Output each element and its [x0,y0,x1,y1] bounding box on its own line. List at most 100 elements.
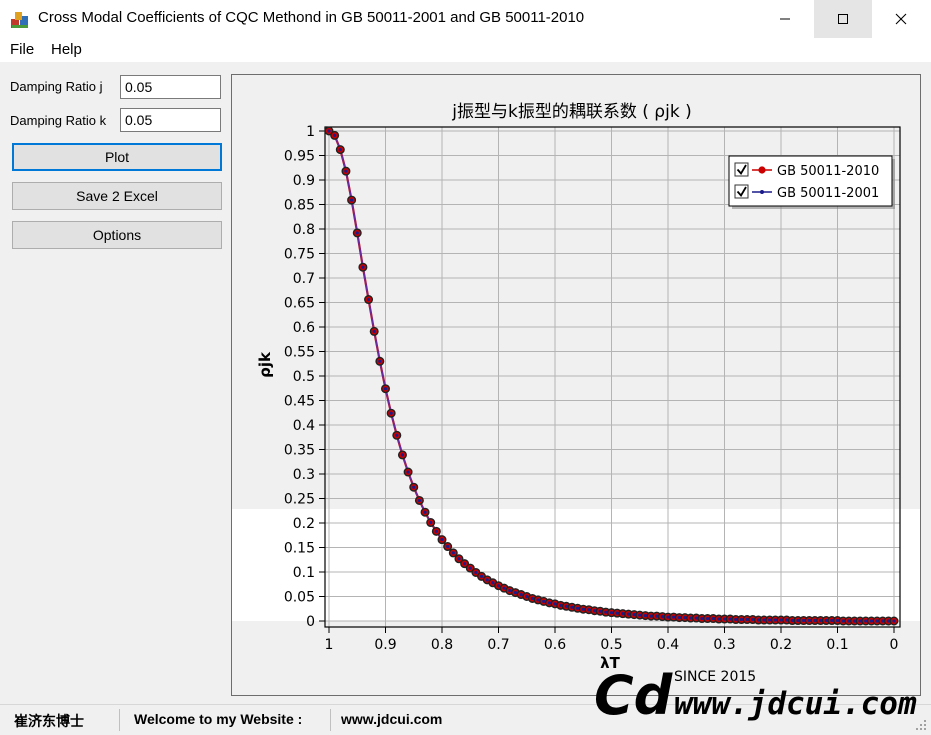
save-excel-button[interactable]: Save 2 Excel [12,182,222,210]
point-2001 [638,613,642,617]
point-2001 [689,616,693,620]
point-2001 [338,148,342,152]
legend-marker-2010 [758,166,766,174]
y-tick-label: 0.35 [284,443,315,459]
point-2001 [852,619,857,623]
point-2001 [632,613,636,617]
point-2001 [660,614,664,619]
point-2001 [835,618,840,623]
y-tick-label: 0.05 [284,590,315,606]
damping-k-input[interactable]: 0.05 [120,108,221,132]
maximize-icon [838,14,848,24]
point-2001 [547,601,551,605]
y-tick-label: 0.45 [284,394,315,410]
y-tick-label: 0.8 [293,222,315,238]
logo-url: www.jdcui.com [674,686,917,722]
point-2001 [463,562,467,566]
x-tick-label: 0 [890,637,899,653]
y-tick-label: 0.15 [284,541,315,557]
menu-help[interactable]: Help [51,41,82,58]
point-2001 [818,618,823,623]
y-tick-label: 0.2 [293,516,315,532]
point-2001 [496,584,501,588]
y-tick-label: 0.3 [293,467,315,483]
options-button[interactable]: Options [12,221,222,249]
point-2001 [406,470,410,474]
point-2001 [429,520,433,525]
point-2001 [615,611,619,615]
point-2001 [745,617,749,622]
point-2001 [457,557,461,561]
x-tick-label: 0.5 [600,637,622,653]
point-2001 [417,498,421,503]
menu-file[interactable]: File [10,41,34,58]
x-tick-label: 0.3 [713,637,735,653]
point-2001 [841,619,845,623]
point-2001 [705,616,710,621]
close-button[interactable] [872,0,930,38]
point-2001 [700,616,704,621]
point-2001 [717,617,721,621]
point-2001 [519,592,523,597]
x-tick-label: 0.1 [826,637,848,653]
point-2001 [451,551,455,555]
point-2001 [802,618,806,623]
y-tick-label: 0.6 [293,320,315,336]
point-2001 [446,544,450,549]
chart: j振型与k振型的耦联系数 ( ρjk ) ρjk λT 00.050.10.15… [232,75,920,695]
point-2001 [813,618,817,623]
point-2001 [536,598,540,602]
point-2001 [491,581,495,585]
y-tick-label: 1 [306,124,315,140]
point-2001 [542,599,546,604]
point-2001 [553,602,557,606]
point-2001 [751,617,755,622]
y-tick-label: 0.7 [293,271,315,287]
point-2001 [626,612,631,616]
point-2001 [790,618,794,623]
status-welcome: Welcome to my Website : [134,711,303,727]
point-2001 [576,606,580,610]
point-2001 [722,617,727,621]
point-2001 [508,589,512,593]
damping-j-label: Damping Ratio j [10,79,103,94]
logo-since: SINCE 2015 [674,669,756,685]
point-2001 [621,612,625,616]
point-2001 [383,387,388,391]
point-2001 [643,614,647,618]
damping-j-input[interactable]: 0.05 [120,75,221,99]
y-tick-label: 0 [306,614,315,630]
point-2001 [830,618,834,623]
chart-title: j振型与k振型的耦联系数 ( ρjk ) [451,102,691,122]
point-2001 [344,169,348,173]
point-2001 [525,594,529,599]
point-2001 [886,619,890,623]
status-author: 崔济东博士 [14,713,84,729]
point-2001 [875,619,879,623]
point-2001 [649,614,653,618]
point-2001 [378,359,382,363]
maximize-button[interactable] [814,0,872,38]
point-2001 [564,604,568,608]
minimize-button[interactable] [756,0,814,38]
point-2001 [361,265,365,269]
status-website[interactable]: www.jdcui.com [341,711,442,727]
point-2001 [395,433,399,437]
point-2001 [604,610,608,614]
point-2001 [881,619,885,623]
point-2001 [824,618,828,623]
menu-bar: File Help [0,38,931,63]
point-2001 [711,616,715,621]
point-2001 [756,618,761,622]
point-2001 [559,603,563,607]
y-tick-label: 0.4 [293,418,315,434]
status-separator [119,709,120,731]
point-2001 [440,538,444,542]
y-tick-label: 0.55 [284,345,315,361]
point-2001 [581,607,585,611]
jdcui-logo: Cd SINCE 2015 www.jdcui.com [594,664,917,724]
point-2001 [333,133,337,138]
point-2001 [734,617,738,622]
plot-button[interactable]: Plot [12,143,222,171]
x-tick-label: 1 [325,637,334,653]
